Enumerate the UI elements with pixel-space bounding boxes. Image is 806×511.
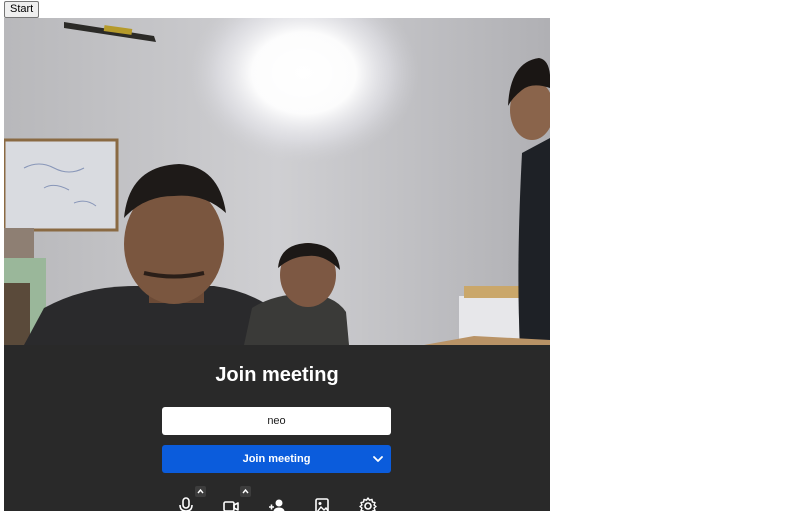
camera-icon[interactable] xyxy=(220,495,242,511)
page-title: Join meeting xyxy=(215,364,339,386)
display-name-input[interactable] xyxy=(162,407,391,435)
start-button[interactable]: Start xyxy=(4,1,40,18)
gear-icon[interactable] xyxy=(357,495,379,511)
chevron-up-icon xyxy=(197,488,204,494)
virtual-background-icon[interactable] xyxy=(311,495,333,511)
join-meeting-button[interactable]: Join meeting xyxy=(162,445,391,473)
chevron-up-icon xyxy=(242,488,249,494)
invite-person-icon[interactable] xyxy=(266,495,288,511)
camera-preview xyxy=(4,18,550,345)
prejoin-screen: Join meeting Join meeting xyxy=(4,18,550,511)
join-meeting-label: Join meeting xyxy=(242,453,311,465)
camera-preview-image xyxy=(4,18,550,345)
chevron-down-icon[interactable] xyxy=(371,452,385,466)
microphone-options-caret[interactable] xyxy=(195,486,206,497)
prejoin-panel: Join meeting Join meeting xyxy=(4,345,550,511)
microphone-icon[interactable] xyxy=(175,495,197,511)
camera-options-caret[interactable] xyxy=(240,486,251,497)
